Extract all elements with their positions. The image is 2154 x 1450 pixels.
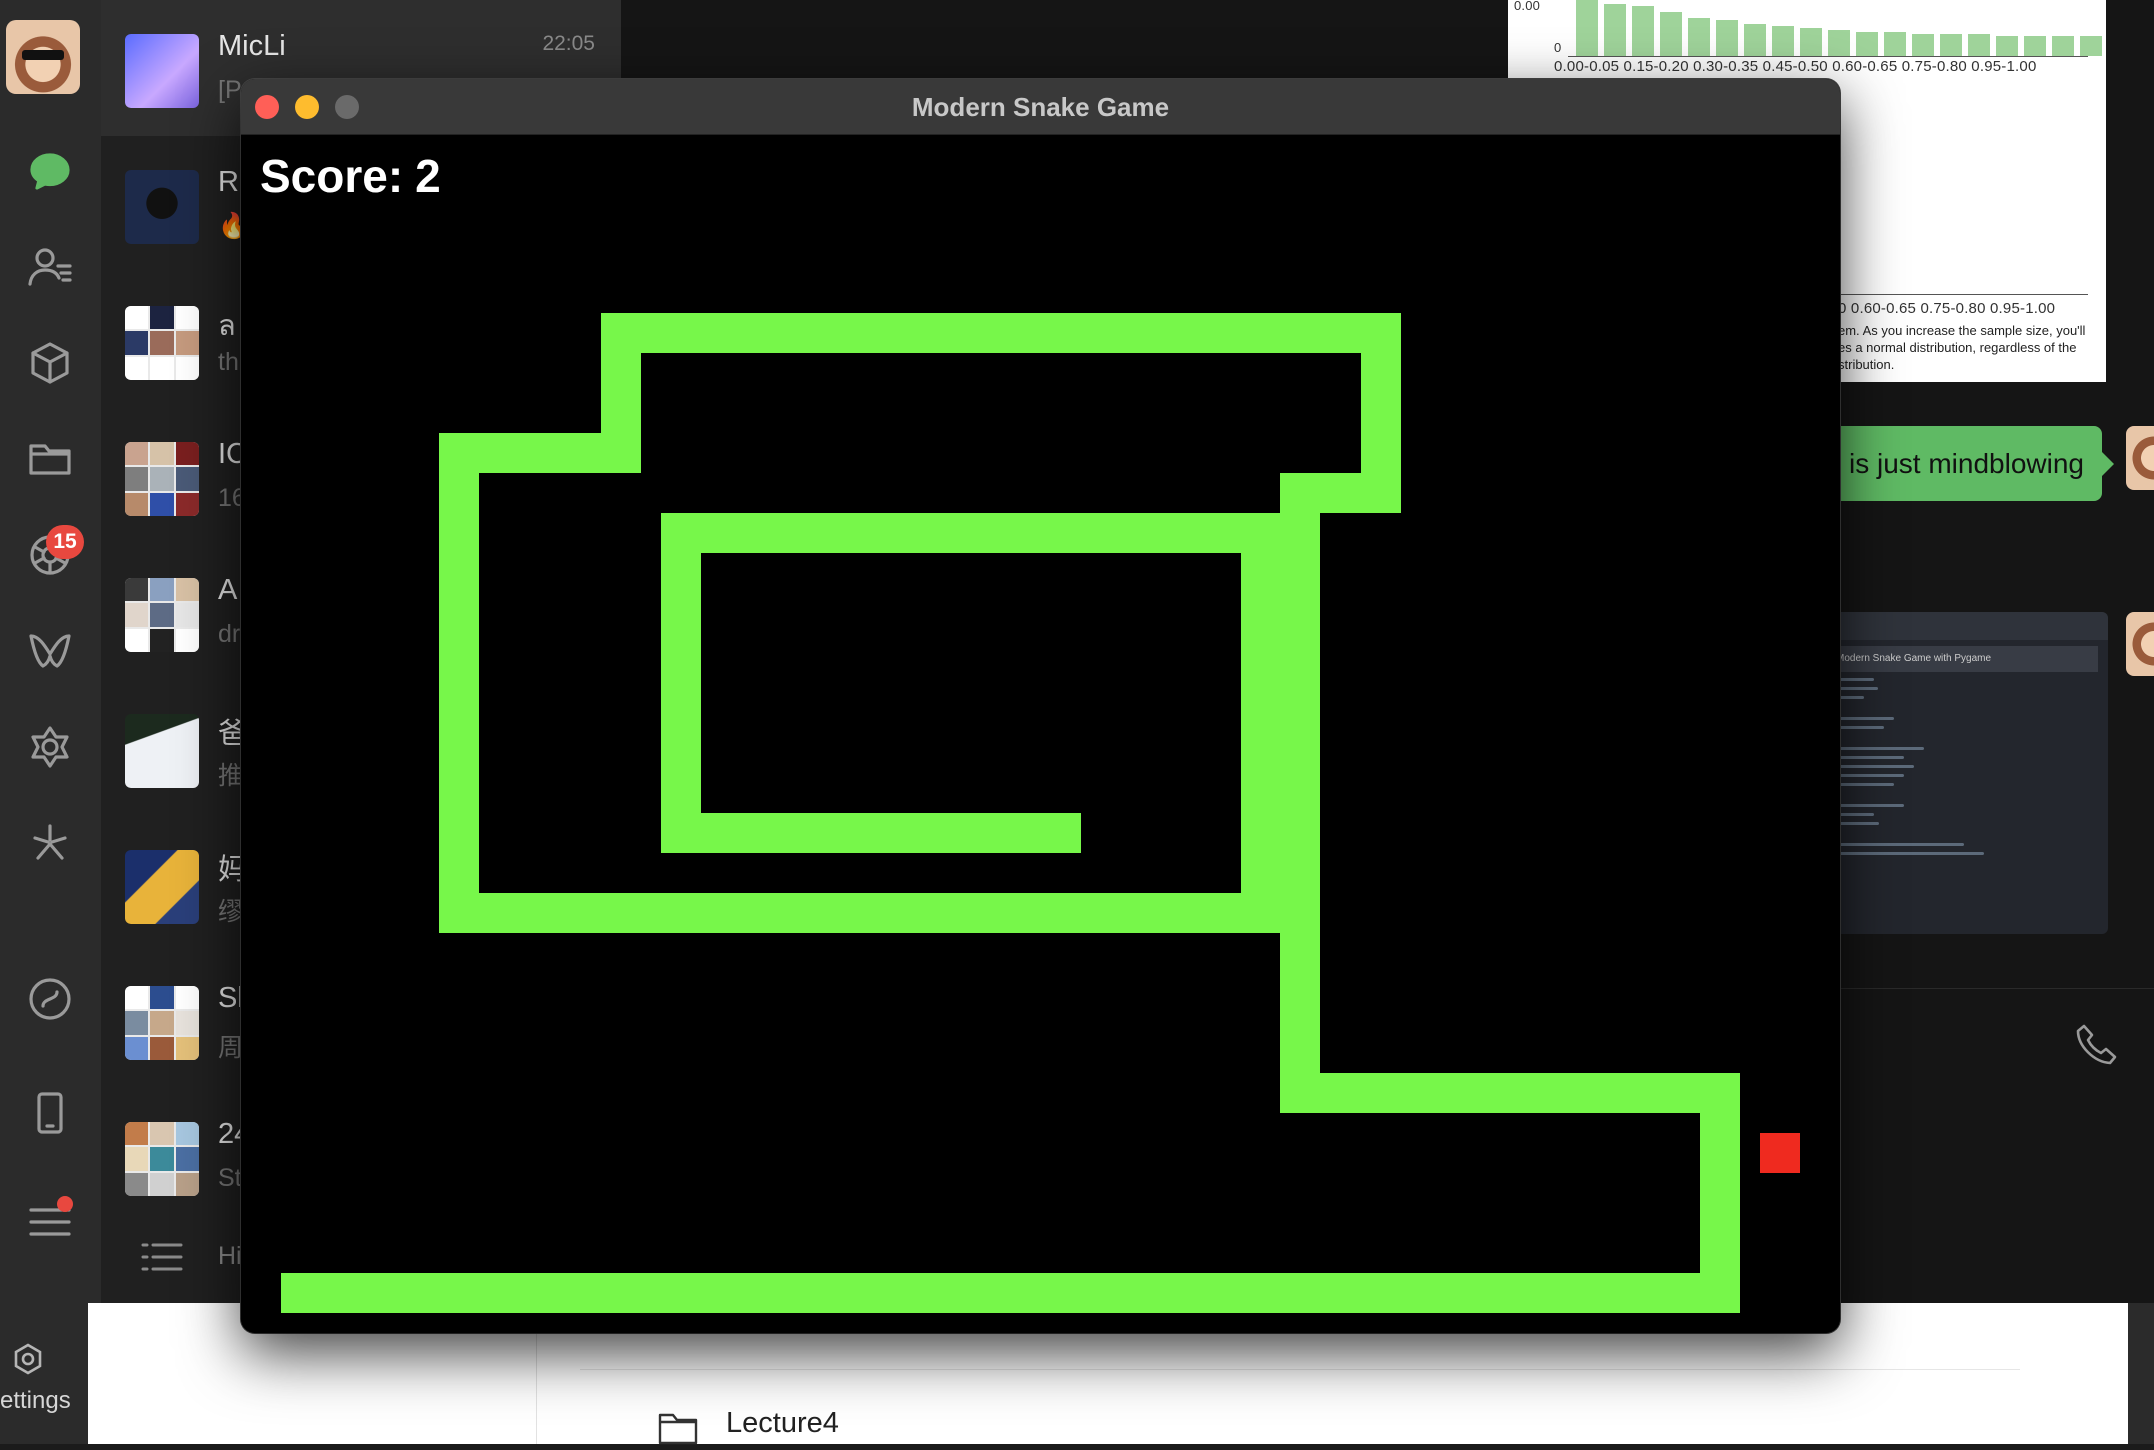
link-icon[interactable] <box>14 963 86 1035</box>
group-avatar <box>125 306 199 380</box>
folder-icon[interactable] <box>14 423 86 495</box>
group-avatar <box>125 442 199 516</box>
notification-dot <box>57 1196 73 1212</box>
group-avatar <box>125 986 199 1060</box>
message-time: 22:05 <box>542 32 595 55</box>
title-bar[interactable]: Modern Snake Game <box>241 79 1840 135</box>
moments-badge: 15 <box>46 525 84 559</box>
message-bubble[interactable]: is just mindblowing <box>1820 426 2114 501</box>
message-preview: 周 <box>218 1034 244 1062</box>
window-edge <box>2128 1303 2154 1444</box>
contact-avatar <box>125 714 199 788</box>
group-avatar <box>125 578 199 652</box>
self-avatar <box>2126 612 2154 676</box>
message-preview: dr <box>218 620 241 648</box>
my-avatar[interactable] <box>6 20 80 94</box>
group-avatar <box>125 1122 199 1196</box>
message-preview: [P <box>218 76 242 104</box>
chart-bars <box>1576 0 2102 56</box>
food-pellet <box>1760 1133 1800 1173</box>
contact-name: A <box>218 574 238 606</box>
settings-icon[interactable] <box>10 1341 46 1382</box>
score-value: 2 <box>415 150 441 202</box>
voice-call-icon[interactable] <box>2074 1022 2118 1071</box>
contacts-icon[interactable] <box>14 231 86 303</box>
mini-programs-icon[interactable] <box>14 711 86 783</box>
message-preview: St <box>218 1164 242 1192</box>
message-preview: 缪 <box>218 898 244 926</box>
folder-label[interactable]: Lecture4 <box>726 1407 839 1440</box>
divider <box>580 1369 2020 1370</box>
code-window-title: Modern Snake Game with Pygame <box>1830 646 2098 672</box>
game-window: Modern Snake Game Score: 2 <box>241 79 1840 1333</box>
icon-rail: 15 <box>0 0 101 1303</box>
settings-rail: ettings <box>0 1303 88 1444</box>
contact-avatar <box>125 170 199 244</box>
chart-axis-label: 0.00 <box>1514 0 1541 13</box>
list-menu-icon[interactable] <box>139 1240 185 1279</box>
channels-icon[interactable] <box>14 615 86 687</box>
spark-icon[interactable] <box>14 807 86 879</box>
snake-body <box>281 313 1740 1313</box>
score-display: Score: 2 <box>260 149 441 203</box>
more-menu-icon[interactable] <box>14 1186 86 1258</box>
snake-board <box>281 313 1800 1313</box>
chart-axis <box>1568 56 2088 57</box>
chart-caption: em. As you increase the sample size, you… <box>1838 323 2086 372</box>
contact-avatar <box>125 850 199 924</box>
settings-label[interactable]: ettings <box>0 1387 71 1415</box>
phone-device-icon[interactable] <box>14 1077 86 1149</box>
contact-avatar <box>125 34 199 108</box>
footer-label: Hi <box>218 1242 242 1270</box>
code-screenshot-message[interactable]: Modern Snake Game with Pygame <box>1820 612 2108 934</box>
contact-name: ล <box>218 310 236 342</box>
score-label: Score: <box>260 150 404 202</box>
chart-tick-labels: 0 0.60-0.65 0.75-0.80 0.95-1.00 <box>1838 300 2056 317</box>
self-avatar <box>2126 426 2154 490</box>
game-canvas[interactable]: Score: 2 <box>241 135 1840 1333</box>
contact-name: MicLi <box>218 30 286 62</box>
window-title: Modern Snake Game <box>911 92 1170 122</box>
chart-tick-labels: 0.00-0.05 0.15-0.20 0.30-0.35 0.45-0.50 … <box>1554 58 2037 75</box>
message-preview: 推 <box>218 762 244 790</box>
contact-name: Sl <box>218 982 244 1014</box>
cube-icon[interactable] <box>14 327 86 399</box>
chat-icon[interactable] <box>14 136 86 208</box>
message-preview: th <box>218 348 239 376</box>
chart-axis-label: 0 <box>1554 40 1562 55</box>
